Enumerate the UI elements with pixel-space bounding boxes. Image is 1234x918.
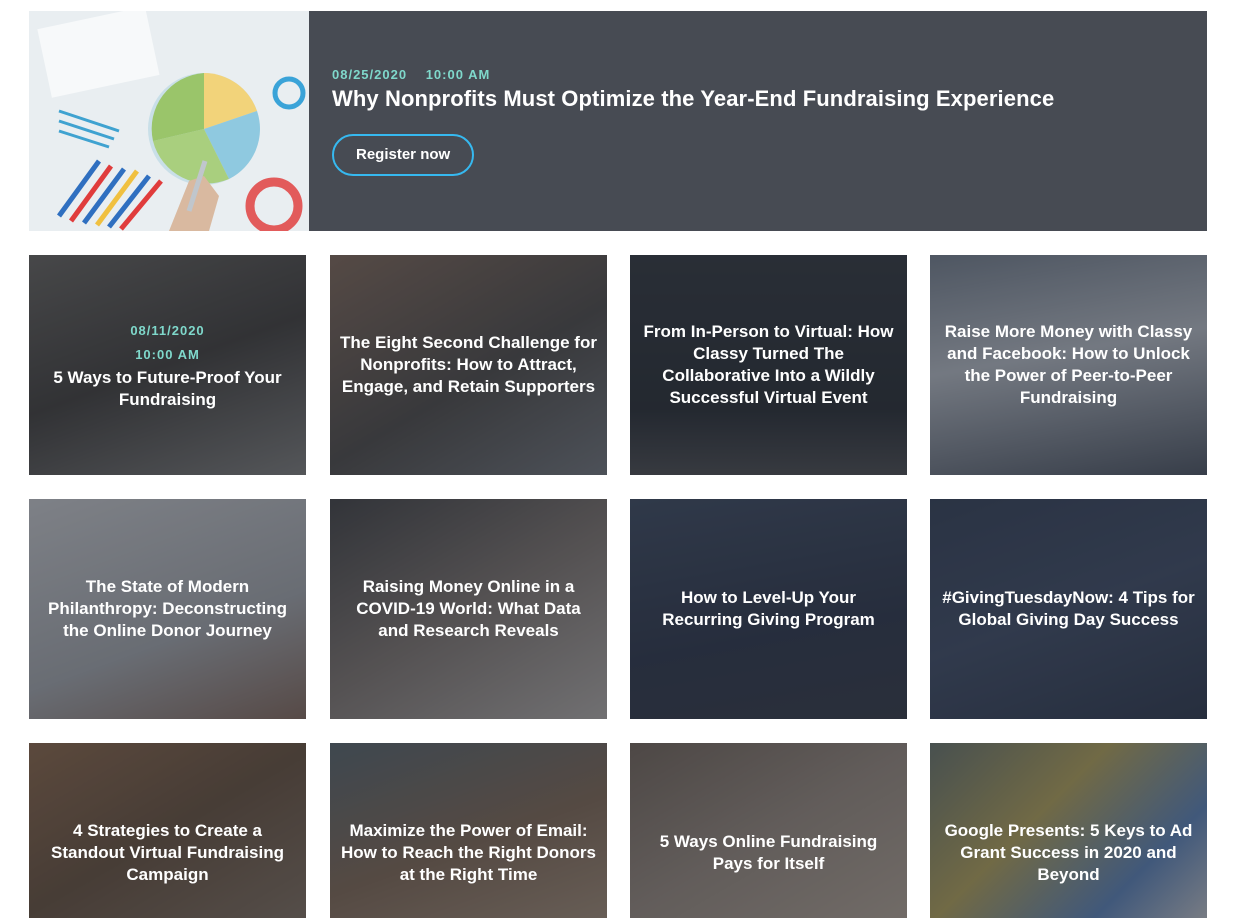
webinar-card[interactable]: Google Presents: 5 Keys to Ad Grant Succ…	[930, 743, 1207, 918]
webinar-card[interactable]: Maximize the Power of Email: How to Reac…	[330, 743, 607, 918]
webinar-page: 08/25/2020 10:00 AM Why Nonprofits Must …	[0, 0, 1234, 918]
featured-datetime: 08/25/2020 10:00 AM	[332, 67, 1054, 82]
webinar-card[interactable]: Raise More Money with Classy and Faceboo…	[930, 255, 1207, 475]
featured-date: 08/25/2020	[332, 67, 408, 82]
card-title[interactable]: Raising Money Online in a COVID-19 World…	[340, 576, 597, 642]
card-title[interactable]: The State of Modern Philanthropy: Decons…	[39, 576, 296, 642]
card-title[interactable]: How to Level-Up Your Recurring Giving Pr…	[640, 587, 897, 631]
webinar-card[interactable]: 08/11/2020 10:00 AM 5 Ways to Future-Pro…	[29, 255, 306, 475]
charts-illustration	[29, 11, 309, 231]
webinar-card[interactable]: Raising Money Online in a COVID-19 World…	[330, 499, 607, 719]
webinar-card[interactable]: 5 Ways Online Fundraising Pays for Itsel…	[630, 743, 907, 918]
featured-time: 10:00 AM	[425, 67, 491, 82]
card-title[interactable]: Maximize the Power of Email: How to Reac…	[340, 820, 597, 886]
card-title[interactable]: Google Presents: 5 Keys to Ad Grant Succ…	[940, 820, 1197, 886]
card-title[interactable]: The Eight Second Challenge for Nonprofit…	[340, 332, 597, 398]
card-title[interactable]: From In-Person to Virtual: How Classy Tu…	[640, 321, 897, 409]
featured-webinar-banner: 08/25/2020 10:00 AM Why Nonprofits Must …	[29, 11, 1207, 231]
card-time: 10:00 AM	[135, 347, 200, 362]
card-title[interactable]: 4 Strategies to Create a Standout Virtua…	[39, 820, 296, 886]
card-title[interactable]: 5 Ways Online Fundraising Pays for Itsel…	[640, 831, 897, 875]
webinar-card[interactable]: The Eight Second Challenge for Nonprofit…	[330, 255, 607, 475]
webinar-card[interactable]: How to Level-Up Your Recurring Giving Pr…	[630, 499, 907, 719]
featured-image	[29, 11, 309, 231]
featured-body: 08/25/2020 10:00 AM Why Nonprofits Must …	[309, 11, 1054, 231]
card-title[interactable]: 5 Ways to Future-Proof Your Fundraising	[39, 367, 296, 411]
webinar-card[interactable]: The State of Modern Philanthropy: Decons…	[29, 499, 306, 719]
webinar-card[interactable]: From In-Person to Virtual: How Classy Tu…	[630, 255, 907, 475]
featured-title[interactable]: Why Nonprofits Must Optimize the Year-En…	[332, 86, 1054, 112]
webinar-card[interactable]: #GivingTuesdayNow: 4 Tips for Global Giv…	[930, 499, 1207, 719]
card-title[interactable]: #GivingTuesdayNow: 4 Tips for Global Giv…	[940, 587, 1197, 631]
register-now-button[interactable]: Register now	[332, 134, 475, 176]
webinar-card[interactable]: 4 Strategies to Create a Standout Virtua…	[29, 743, 306, 918]
card-title[interactable]: Raise More Money with Classy and Faceboo…	[940, 321, 1197, 409]
card-date: 08/11/2020	[130, 323, 205, 338]
